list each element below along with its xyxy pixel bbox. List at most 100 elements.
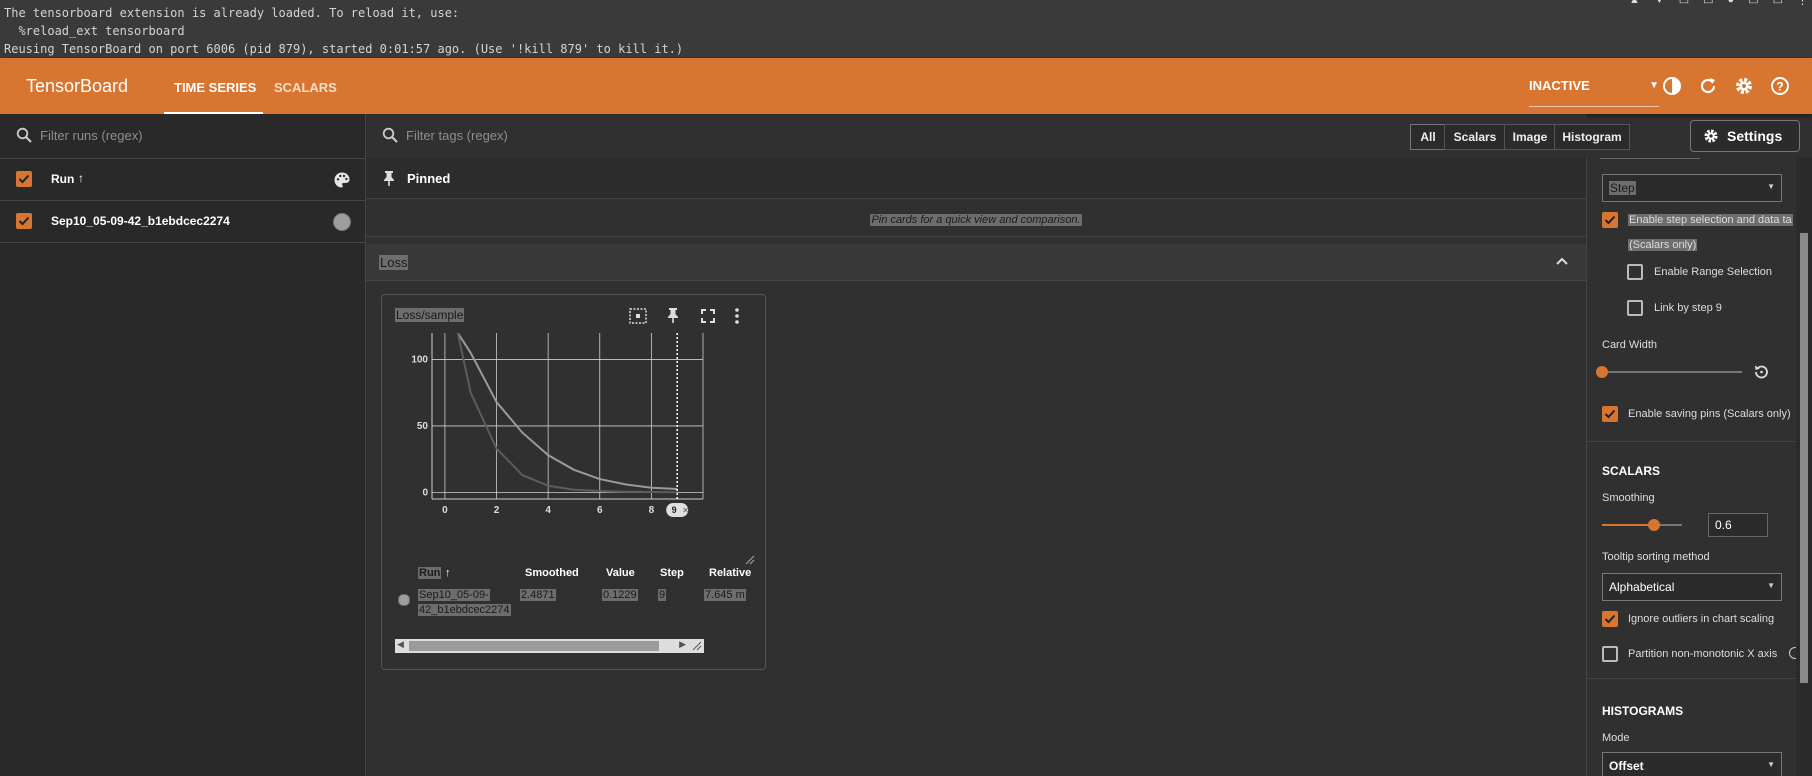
card-data-table: Run ↑ Smoothed Value Step Relative Sep10… xyxy=(382,567,765,627)
row-relative: 7.645 m xyxy=(704,589,746,601)
saving-pins-label: Enable saving pins (Scalars only) xyxy=(1628,408,1791,420)
sort-arrow-icon: ↑ xyxy=(78,171,84,185)
scroll-left-icon[interactable]: ◀ xyxy=(397,639,404,650)
partition-label: Partition non-monotonic X axis xyxy=(1628,648,1778,660)
check-icon xyxy=(1604,614,1616,624)
runs-filter[interactable]: Filter runs (regex) xyxy=(0,114,365,159)
ignore-outliers-checkbox[interactable] xyxy=(1602,611,1618,627)
y-tick-label: 100 xyxy=(411,355,428,366)
pin-icon[interactable] xyxy=(666,306,680,324)
chevron-up-icon[interactable] xyxy=(1556,256,1568,266)
run-name: Sep10_05-09-42_b1ebdcec2274 xyxy=(51,214,230,228)
smoothing-label: Smoothing xyxy=(1602,492,1655,504)
scroll-thumb[interactable] xyxy=(409,641,659,651)
link-step-label: Link by step 9 xyxy=(1654,302,1722,314)
console-output: The tensorboard extension is already loa… xyxy=(0,0,1812,58)
fullscreen-icon[interactable] xyxy=(700,308,716,324)
main-content: Filter tags (regex) All Scalars Image Hi… xyxy=(366,114,1800,776)
resize-handle-icon[interactable] xyxy=(692,641,702,651)
settings-gear-icon[interactable] xyxy=(1733,75,1755,97)
range-selection-checkbox[interactable] xyxy=(1627,264,1643,280)
console-line: Reusing TensorBoard on port 6006 (pid 87… xyxy=(4,42,684,56)
fit-domain-icon[interactable] xyxy=(628,307,648,325)
step-selection-sublabel: (Scalars only) xyxy=(1628,239,1698,251)
row-run-line2: 42_b1ebdcec2274 xyxy=(418,604,511,616)
plugin-select-value: INACTIVE xyxy=(1529,78,1590,93)
arrow-up-icon[interactable]: ▲ xyxy=(1629,0,1640,7)
histogram-mode-label: Mode xyxy=(1602,732,1630,744)
row-step: 9 xyxy=(658,589,667,601)
run-row[interactable]: Sep10_05-09-42_b1ebdcec2274 xyxy=(0,200,365,243)
chip-histogram[interactable]: Histogram xyxy=(1554,124,1630,150)
step-marker-label: 9 xyxy=(672,505,677,515)
palette-icon[interactable] xyxy=(333,171,351,189)
tags-filter[interactable]: Filter tags (regex) xyxy=(366,114,1586,159)
pinned-label: Pinned xyxy=(407,171,451,186)
more-vert-icon[interactable] xyxy=(734,307,740,325)
app-header: TensorBoard TIME SERIES SCALARS INACTIVE… xyxy=(0,58,1812,114)
gear-icon xyxy=(1704,129,1718,143)
link-step-checkbox[interactable] xyxy=(1627,300,1643,316)
card-title: Loss/sample xyxy=(395,308,465,322)
runs-filter-placeholder: Filter runs (regex) xyxy=(40,128,143,143)
horizontal-axis-select[interactable]: Step ▼ xyxy=(1602,174,1782,202)
x-tick-label: 0 xyxy=(442,505,448,516)
smoothing-fill xyxy=(1602,524,1654,526)
settings-scroll-thumb[interactable] xyxy=(1800,233,1808,683)
arrow-down-icon[interactable]: ▼ xyxy=(1654,0,1665,7)
table-horizontal-scrollbar[interactable]: ◀ ▶ xyxy=(395,639,704,653)
saving-pins-checkbox[interactable] xyxy=(1602,406,1618,422)
resize-handle-icon[interactable] xyxy=(745,555,755,565)
tab-scalars[interactable]: SCALARS xyxy=(274,80,337,95)
smoothing-slider-thumb[interactable] xyxy=(1648,519,1660,531)
scroll-right-icon[interactable]: ▶ xyxy=(679,639,686,650)
reset-icon[interactable] xyxy=(1752,363,1770,381)
chevron-down-icon: ▼ xyxy=(1767,581,1775,590)
col-run[interactable]: Run xyxy=(418,567,442,579)
chevron-down-icon: ▼ xyxy=(1767,760,1775,769)
histogram-mode-select[interactable]: Offset ▼ xyxy=(1602,752,1782,776)
more-icon[interactable]: ⋮ xyxy=(1797,0,1808,7)
run-color-swatch[interactable] xyxy=(333,213,351,231)
help-icon[interactable]: ? xyxy=(1769,75,1791,97)
smoothing-value: 0.6 xyxy=(1715,518,1732,532)
chip-image[interactable]: Image xyxy=(1504,124,1556,150)
settings-button[interactable]: Settings xyxy=(1690,120,1800,152)
scalars-heading: SCALARS xyxy=(1602,464,1661,478)
link-icon[interactable]: ▭ xyxy=(1679,0,1689,7)
select-all-checkbox[interactable] xyxy=(16,171,32,187)
console-line: %reload_ext tensorboard xyxy=(4,24,185,38)
step-selection-checkbox[interactable] xyxy=(1602,212,1618,228)
settings-panel: Step ▼ Enable step selection and data ta… xyxy=(1586,158,1797,776)
scalar-card: Loss/sample 0 2 4 6 8 0 50 100 9 ✕ Run ↑ Smoothed… xyxy=(381,294,766,670)
plugin-select[interactable]: INACTIVE ▼ xyxy=(1529,78,1659,107)
theme-toggle-icon[interactable] xyxy=(1661,75,1683,97)
reload-icon[interactable] xyxy=(1697,75,1719,97)
settings-scrollbar[interactable] xyxy=(1796,158,1812,776)
copy-icon[interactable]: ▭ xyxy=(1748,0,1758,7)
delete-icon[interactable]: ▭ xyxy=(1773,0,1783,7)
card-width-slider-thumb[interactable] xyxy=(1596,366,1608,378)
group-header-loss[interactable]: Loss xyxy=(366,244,1586,281)
col-relative: Relative xyxy=(709,567,752,579)
chip-scalars[interactable]: Scalars xyxy=(1444,124,1506,150)
tooltip-sort-value: Alphabetical xyxy=(1609,580,1675,594)
smoothing-input[interactable]: 0.6 xyxy=(1708,513,1768,537)
runs-header-row: Run ↑ xyxy=(0,158,365,201)
comment-icon[interactable]: ▭ xyxy=(1703,0,1713,7)
close-icon: ✕ xyxy=(682,506,689,515)
settings-button-label: Settings xyxy=(1727,128,1783,144)
chip-all[interactable]: All xyxy=(1410,124,1446,150)
row-run-line1: Sep10_05-09- xyxy=(418,589,490,601)
partition-checkbox[interactable] xyxy=(1602,646,1618,662)
pinned-empty-message: Pin cards for a quick view and compariso… xyxy=(366,198,1586,237)
col-smoothed: Smoothed xyxy=(525,567,579,579)
runs-column-header[interactable]: Run xyxy=(51,172,74,186)
y-tick-label: 50 xyxy=(417,421,429,432)
tooltip-sort-select[interactable]: Alphabetical ▼ xyxy=(1602,573,1782,601)
sort-arrow-icon: ↑ xyxy=(445,567,451,579)
gear-icon[interactable]: ● xyxy=(1728,0,1735,7)
tab-time-series[interactable]: TIME SERIES xyxy=(174,80,256,95)
run-checkbox[interactable] xyxy=(16,213,32,229)
loss-chart[interactable]: 0 2 4 6 8 0 50 100 9 ✕ xyxy=(382,333,765,533)
